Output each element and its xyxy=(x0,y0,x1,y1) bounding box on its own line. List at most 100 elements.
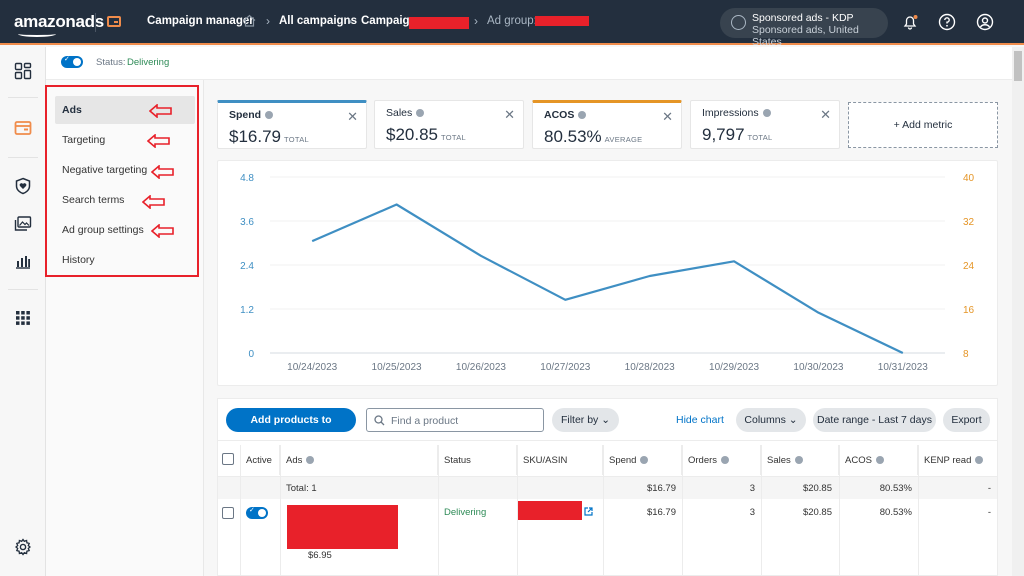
y-tick-label-right: 16 xyxy=(963,305,975,316)
column-header-active[interactable]: Active xyxy=(240,445,280,475)
close-icon[interactable]: ✕ xyxy=(347,109,358,125)
x-tick-label: 10/30/2023 xyxy=(793,362,843,373)
brand-shield-icon[interactable] xyxy=(14,177,32,195)
subnav-item-targeting[interactable]: Targeting xyxy=(55,126,195,154)
info-icon[interactable] xyxy=(975,456,984,464)
column-divider xyxy=(517,445,518,576)
breadcrumb-ad-group[interactable]: Ad group: xyxy=(487,15,537,27)
row-checkbox[interactable] xyxy=(222,507,234,519)
external-link-icon[interactable] xyxy=(584,507,593,516)
hide-chart-link[interactable]: Hide chart xyxy=(676,414,724,426)
columns-dropdown[interactable]: Columns ⌄ xyxy=(736,408,806,432)
column-header-status[interactable]: Status xyxy=(438,445,517,475)
rail-divider xyxy=(8,157,38,158)
info-icon[interactable] xyxy=(265,111,274,119)
row-sales: $20.85 xyxy=(802,507,832,518)
status-label: Status: xyxy=(96,57,126,68)
metric-card-acos[interactable]: ACOS ✕ 80.53% AVERAGE xyxy=(532,100,682,149)
date-range-button[interactable]: Date range - Last 7 days xyxy=(813,408,936,432)
y-tick-label-right: 32 xyxy=(963,217,975,228)
total-orders: 3 xyxy=(749,483,755,494)
reports-icon[interactable] xyxy=(14,252,32,270)
total-spend: $16.79 xyxy=(646,483,676,494)
column-divider xyxy=(682,445,683,576)
column-header-ads[interactable]: Ads xyxy=(280,445,438,475)
column-header-kenp-read[interactable]: KENP read xyxy=(918,445,997,475)
y-tick-label-left: 4.8 xyxy=(240,173,254,184)
campaign-manager-icon[interactable] xyxy=(14,119,32,137)
table-top-border xyxy=(218,440,997,441)
y-tick-label-right: 8 xyxy=(963,349,969,360)
close-icon[interactable]: ✕ xyxy=(662,109,673,125)
column-divider xyxy=(839,445,840,576)
info-icon[interactable] xyxy=(794,456,803,464)
top-bar: amazonads Campaign manager › All campaig… xyxy=(0,0,1024,48)
close-icon[interactable]: ✕ xyxy=(820,107,831,123)
export-button[interactable]: Export xyxy=(943,408,990,432)
add-metric-button[interactable]: + Add metric xyxy=(848,102,998,148)
product-search-input[interactable]: Find a product xyxy=(366,408,544,432)
amazon-ads-logo[interactable]: amazonads xyxy=(14,12,104,37)
creative-assets-icon[interactable] xyxy=(14,215,32,233)
chevron-right-icon: › xyxy=(474,14,478,28)
redacted-campaign-name xyxy=(409,17,469,29)
info-icon[interactable] xyxy=(640,456,649,464)
apps-grid-icon[interactable] xyxy=(14,309,32,327)
column-header-acos[interactable]: ACOS xyxy=(839,445,918,475)
help-icon[interactable] xyxy=(938,13,956,31)
filter-by-dropdown[interactable]: Filter by ⌄ xyxy=(552,408,619,432)
column-header-orders[interactable]: Orders xyxy=(682,445,761,475)
metric-card-impressions[interactable]: Impressions ✕ 9,797 TOTAL xyxy=(690,100,840,149)
select-all-checkbox[interactable] xyxy=(222,453,234,465)
ad-price: $6.95 xyxy=(308,550,332,561)
account-switcher[interactable]: Sponsored ads - KDP Sponsored ads, Unite… xyxy=(720,8,888,48)
add-products-button[interactable]: Add products to advertise xyxy=(226,408,356,450)
redacted-ad-product xyxy=(287,505,398,549)
info-icon[interactable] xyxy=(416,109,425,117)
page-scrollbar[interactable] xyxy=(1012,47,1024,576)
subnav-item-ads[interactable]: Ads xyxy=(55,96,195,124)
row-orders: 3 xyxy=(749,507,755,518)
info-icon[interactable] xyxy=(306,456,315,464)
ad-group-status-toggle[interactable] xyxy=(61,55,83,68)
settings-icon[interactable] xyxy=(14,538,32,556)
column-header-spend[interactable]: Spend xyxy=(603,445,682,475)
metric-card-spend[interactable]: Spend ✕ $16.79 TOTAL xyxy=(217,100,367,149)
column-header-sku-asin[interactable]: SKU/ASIN xyxy=(517,445,603,475)
info-icon[interactable] xyxy=(762,109,771,117)
x-tick-label: 10/24/2023 xyxy=(287,362,337,373)
metric-title: Sales xyxy=(386,107,425,119)
app-title[interactable]: Campaign manager xyxy=(147,15,254,27)
y-tick-label-right: 24 xyxy=(963,261,975,272)
redacted-sku-asin xyxy=(518,501,582,520)
chevron-down-icon: ⌄ xyxy=(601,414,611,426)
column-header-sales[interactable]: Sales xyxy=(761,445,839,475)
y-tick-label-right: 40 xyxy=(963,173,975,184)
scrollbar-thumb[interactable] xyxy=(1014,51,1022,81)
info-icon[interactable] xyxy=(578,111,587,119)
y-tick-label-left: 1.2 xyxy=(240,305,254,316)
ad-active-toggle[interactable] xyxy=(246,506,268,519)
account-detail: Sponsored ads, United States xyxy=(752,24,859,48)
profile-icon[interactable] xyxy=(976,13,994,31)
bell-icon[interactable] xyxy=(901,13,919,31)
x-tick-label: 10/28/2023 xyxy=(625,362,675,373)
subnav-item-history[interactable]: History xyxy=(55,246,195,274)
campaign-manager-icon xyxy=(107,16,121,27)
home-icon[interactable] xyxy=(243,14,256,27)
table-total-row: Total: 1 $16.79 3 $20.85 80.53% - xyxy=(218,477,997,499)
search-icon xyxy=(374,415,385,426)
info-icon[interactable] xyxy=(721,456,730,464)
search-placeholder: Find a product xyxy=(391,415,459,427)
logo-smile-icon xyxy=(18,31,56,37)
row-kenp-read: - xyxy=(987,507,991,518)
column-divider xyxy=(240,445,241,576)
subnav-item-search-terms[interactable]: Search terms xyxy=(55,186,195,214)
dashboard-icon[interactable] xyxy=(14,62,32,80)
row-spend: $16.79 xyxy=(646,507,676,518)
close-icon[interactable]: ✕ xyxy=(504,107,515,123)
info-icon[interactable] xyxy=(875,456,884,464)
breadcrumb-all-campaigns[interactable]: All campaigns xyxy=(279,15,357,27)
metric-card-sales[interactable]: Sales ✕ $20.85 TOTAL xyxy=(374,100,524,149)
x-tick-label: 10/27/2023 xyxy=(540,362,590,373)
